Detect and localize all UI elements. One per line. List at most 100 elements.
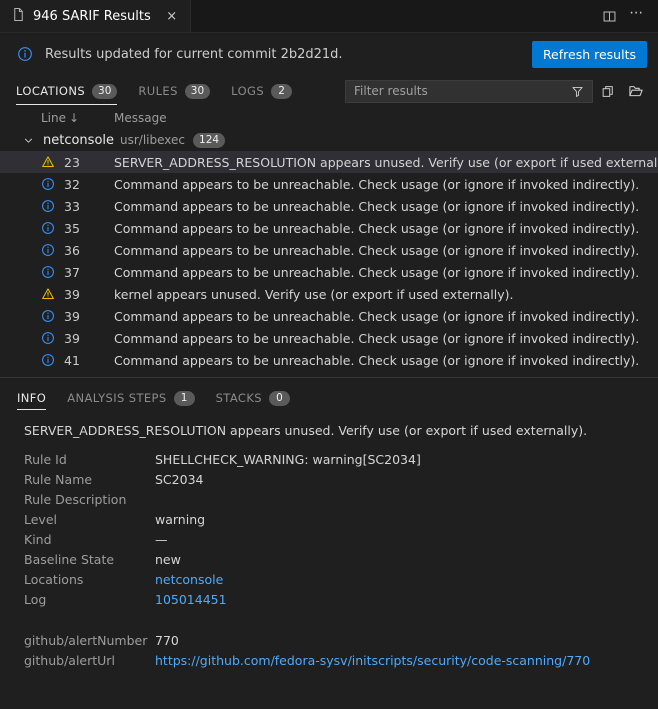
info-icon: [41, 177, 55, 191]
row-line-cell: 36: [41, 243, 114, 258]
tab-logs-label: LOGS: [231, 84, 265, 98]
details-field-list: Rule Id SHELLCHECK_WARNING: warning[SC20…: [0, 438, 658, 612]
row-line-cell: 41: [41, 353, 114, 368]
row-line-cell: 39: [41, 309, 114, 324]
editor-tab-bar: 946 SARIF Results × ⋯: [0, 0, 658, 33]
row-line-cell: 35: [41, 221, 114, 236]
column-header-line-label: Line: [41, 111, 67, 125]
column-header-message[interactable]: Message: [114, 111, 658, 125]
detail-row-level: Level warning: [24, 512, 641, 532]
detail-key: Rule Name: [24, 472, 93, 487]
filter-funnel-icon[interactable]: [567, 81, 587, 101]
info-icon: [41, 331, 55, 345]
detail-row-alert-number: github/alertNumber 770: [24, 633, 641, 653]
row-line-cell: 37: [41, 265, 114, 280]
row-line-number: 32: [64, 176, 80, 192]
more-actions-icon[interactable]: ⋯: [625, 1, 649, 31]
row-message: kernel appears unused. Verify use (or ex…: [114, 286, 514, 302]
warning-icon: [41, 287, 55, 301]
row-line-cell: 39: [41, 331, 114, 346]
table-row[interactable]: 39 kernel appears unused. Verify use (or…: [0, 283, 658, 305]
tab-rules-label: RULES: [138, 84, 178, 98]
detail-key: Rule Description: [24, 492, 127, 507]
row-line-number: 37: [64, 264, 80, 280]
tab-info[interactable]: INFO: [17, 386, 47, 410]
row-message: SERVER_ADDRESS_RESOLUTION appears unused…: [114, 154, 658, 170]
row-line-number: 33: [64, 198, 80, 214]
search-input[interactable]: [354, 84, 567, 98]
tab-logs-count: 2: [271, 83, 293, 99]
row-line-cell: 33: [41, 199, 114, 214]
table-row[interactable]: 35 Command appears to be unreachable. Ch…: [0, 217, 658, 239]
row-message: Command appears to be unreachable. Check…: [114, 330, 640, 346]
table-row[interactable]: 37 Command appears to be unreachable. Ch…: [0, 261, 658, 283]
row-line-number: 39: [64, 308, 80, 324]
tab-rules[interactable]: RULES 30: [138, 75, 221, 107]
details-panel: INFO ANALYSIS STEPS 1 STACKS 0 SERVER_AD…: [0, 377, 658, 673]
info-icon: [41, 353, 55, 367]
tab-analysis-steps[interactable]: ANALYSIS STEPS 1: [67, 386, 195, 410]
tab-logs[interactable]: LOGS 2: [231, 75, 303, 107]
info-icon: [41, 265, 55, 279]
detail-key: Rule Id: [24, 452, 67, 467]
info-icon: [17, 46, 33, 62]
open-folder-icon[interactable]: [623, 78, 649, 104]
sort-arrow-down-icon: ↓: [69, 111, 80, 125]
row-line-number: 36: [64, 242, 80, 258]
group-file-name: netconsole: [43, 132, 115, 148]
table-row[interactable]: 32 Command appears to be unreachable. Ch…: [0, 173, 658, 195]
table-row[interactable]: 23 SERVER_ADDRESS_RESOLUTION appears unu…: [0, 151, 658, 173]
copy-results-icon[interactable]: [595, 78, 621, 104]
tab-locations[interactable]: LOCATIONS 30: [16, 75, 128, 107]
detail-value: SHELLCHECK_WARNING: warning[SC2034]: [155, 452, 421, 467]
detail-key: Kind: [24, 532, 52, 547]
row-message: Command appears to be unreachable. Check…: [114, 198, 640, 214]
table-row[interactable]: 39 Command appears to be unreachable. Ch…: [0, 327, 658, 349]
editor-tab-title: 946 SARIF Results: [33, 9, 151, 24]
result-group-header[interactable]: netconsole usr/libexec 124: [0, 129, 658, 151]
detail-key: github/alertNumber: [24, 633, 148, 648]
details-message: SERVER_ADDRESS_RESOLUTION appears unused…: [24, 423, 588, 438]
alert-url-link[interactable]: https://github.com/fedora-sysv/initscrip…: [155, 653, 590, 668]
row-message: Command appears to be unreachable. Check…: [114, 308, 640, 324]
table-row[interactable]: 36 Command appears to be unreachable. Ch…: [0, 239, 658, 261]
split-editor-icon[interactable]: [597, 4, 621, 28]
log-link[interactable]: 105014451: [155, 592, 227, 607]
detail-value: new: [155, 552, 181, 567]
locations-link[interactable]: netconsole: [155, 572, 223, 587]
filter-results-box[interactable]: [345, 79, 593, 103]
row-message: Command appears to be unreachable. Check…: [114, 242, 640, 258]
row-message: Command appears to be unreachable. Check…: [114, 176, 640, 192]
details-properties-list: github/alertNumber 770 github/alertUrl h…: [0, 612, 658, 673]
list-column-headers: Line ↓ Message: [0, 107, 658, 129]
tab-stacks-label: STACKS: [215, 391, 262, 405]
table-row[interactable]: 39 Command appears to be unreachable. Ch…: [0, 305, 658, 327]
info-icon: [41, 199, 55, 213]
detail-key: Level: [24, 512, 57, 527]
detail-row-rule-id: Rule Id SHELLCHECK_WARNING: warning[SC20…: [24, 452, 641, 472]
refresh-results-button[interactable]: Refresh results: [531, 40, 647, 68]
column-header-line[interactable]: Line ↓: [41, 111, 114, 125]
info-icon: [41, 221, 55, 235]
tab-stacks-count: 0: [268, 390, 290, 406]
tab-locations-count: 30: [92, 83, 118, 99]
tab-locations-label: LOCATIONS: [16, 84, 86, 98]
detail-value: —: [155, 532, 168, 547]
row-line-cell: 23: [41, 155, 114, 170]
detail-row-locations: Locations netconsole: [24, 572, 641, 592]
table-row[interactable]: 41 Command appears to be unreachable. Ch…: [0, 349, 658, 371]
tab-rules-count: 30: [184, 83, 211, 99]
tab-bar-filler: [191, 0, 597, 32]
row-line-number: 39: [64, 330, 80, 346]
table-row[interactable]: 33 Command appears to be unreachable. Ch…: [0, 195, 658, 217]
close-icon[interactable]: ×: [164, 9, 180, 25]
detail-row-kind: Kind —: [24, 532, 641, 552]
details-tab-group: INFO ANALYSIS STEPS 1 STACKS 0: [0, 386, 658, 410]
group-count-badge: 124: [193, 132, 226, 148]
tab-info-label: INFO: [17, 391, 47, 405]
results-list: netconsole usr/libexec 124 23 SERVER_ADD…: [0, 129, 658, 371]
detail-key: github/alertUrl: [24, 653, 115, 668]
editor-tab-sarif-results[interactable]: 946 SARIF Results ×: [0, 0, 191, 32]
tab-stacks[interactable]: STACKS 0: [216, 386, 290, 410]
chevron-down-icon[interactable]: [20, 132, 36, 148]
